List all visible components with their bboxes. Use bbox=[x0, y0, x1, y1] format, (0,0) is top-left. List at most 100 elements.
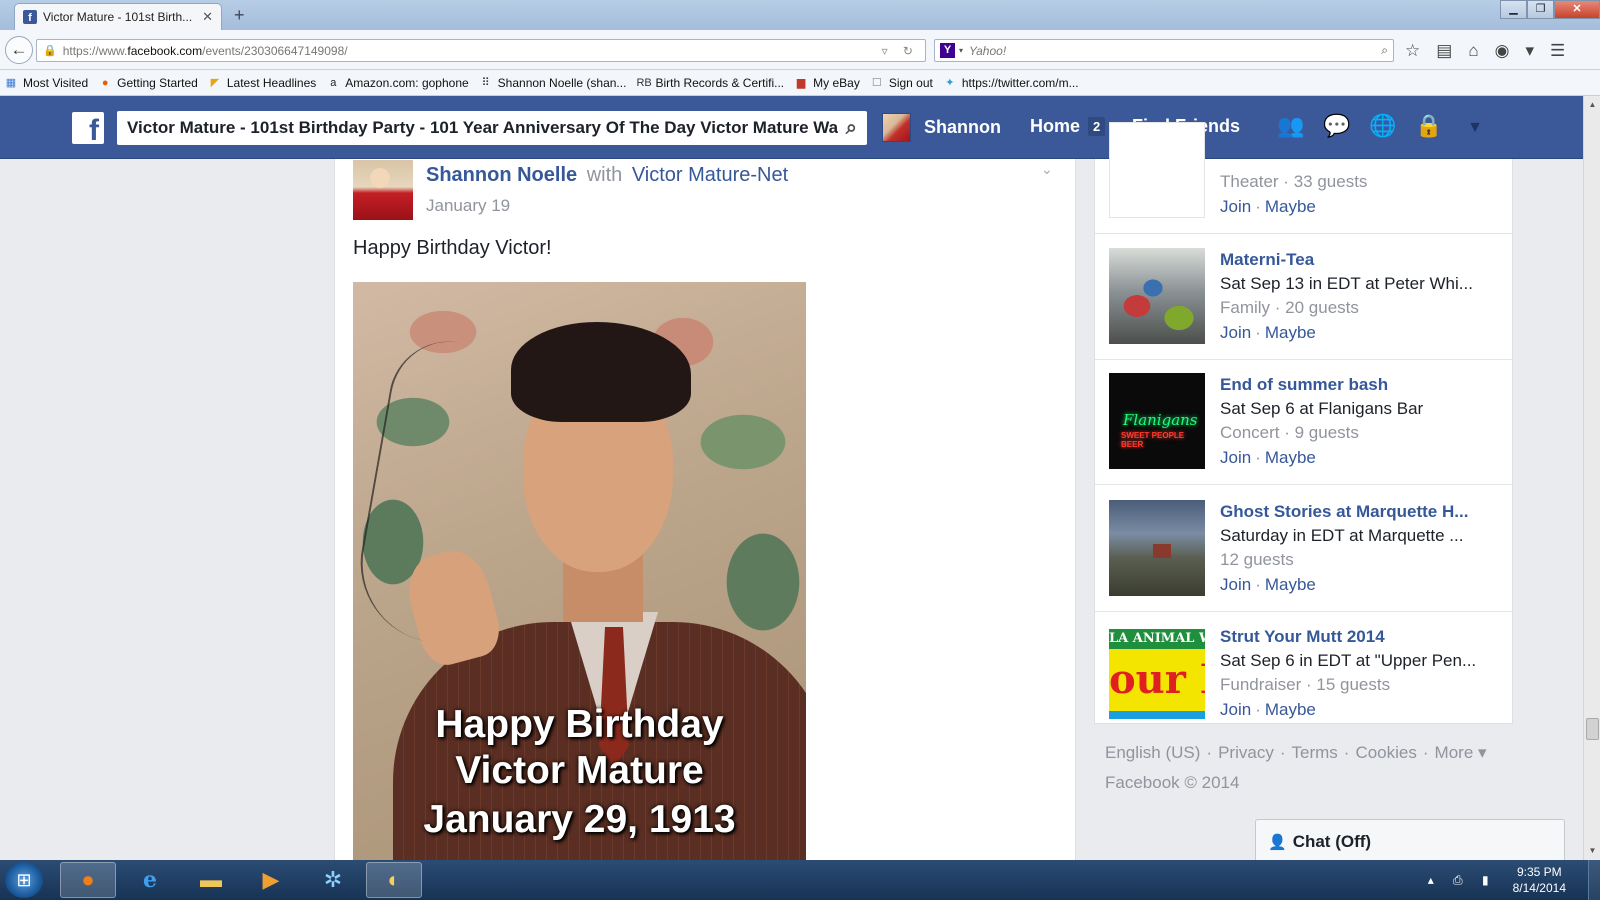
search-icon[interactable]: ⌕ bbox=[846, 117, 857, 140]
event-thumbnail[interactable]: Flanigans SWEET PEOPLE BEER bbox=[1109, 373, 1205, 469]
terms-link[interactable]: Terms bbox=[1292, 743, 1338, 762]
privacy-link[interactable]: Privacy bbox=[1218, 743, 1274, 762]
minimize-button[interactable]: ▁ bbox=[1500, 0, 1527, 19]
language-link[interactable]: English (US) bbox=[1105, 743, 1200, 762]
ebay-icon: ▆ bbox=[796, 76, 806, 89]
reading-list-icon[interactable]: ▤ bbox=[1436, 41, 1452, 61]
tab-close-icon[interactable]: ✕ bbox=[202, 9, 213, 25]
join-link[interactable]: Join bbox=[1220, 197, 1251, 216]
maybe-link[interactable]: Maybe bbox=[1265, 700, 1316, 719]
menu-icon[interactable]: ☰ bbox=[1550, 41, 1565, 61]
event-title[interactable] bbox=[1220, 122, 1500, 146]
event-when: Sat Sep 13 in EDT at Peter Whi... bbox=[1220, 274, 1473, 293]
search-bar[interactable]: Y ▾ Yahoo! ⌕ bbox=[934, 39, 1394, 62]
facebook-favicon-icon: f bbox=[23, 10, 37, 24]
post-timestamp[interactable]: January 19 bbox=[426, 196, 510, 216]
bookmark-item[interactable]: ⠿ Shannon Noelle (shan... bbox=[479, 76, 627, 90]
windows-taskbar: ⊞ ● e ▬ ▶ ✲ ◐ ▴ ⎙ ▮ 9:35 PM 8/14/2014 bbox=[0, 860, 1600, 900]
network-app-taskbar-icon[interactable]: ✲ bbox=[305, 862, 361, 898]
maximize-button[interactable]: ❐ bbox=[1527, 0, 1554, 19]
avatar bbox=[882, 113, 911, 142]
profile-link[interactable]: Shannon bbox=[882, 113, 1001, 142]
address-bar[interactable]: 🔒 https://www.facebook.com/events/230306… bbox=[36, 39, 926, 62]
bookmark-item[interactable]: ▦ Most Visited bbox=[4, 76, 88, 90]
lock-icon: 🔒 bbox=[43, 45, 57, 57]
browser-tab[interactable]: f Victor Mature - 101st Birth... ✕ bbox=[14, 3, 222, 30]
search-go-icon[interactable]: ⌕ bbox=[1381, 43, 1388, 58]
yahoo-icon[interactable]: Y bbox=[940, 43, 955, 58]
event-title[interactable]: Strut Your Mutt 2014 bbox=[1220, 625, 1500, 649]
event-title[interactable]: Ghost Stories at Marquette H... bbox=[1220, 500, 1500, 524]
scroll-up-icon[interactable]: ▲ bbox=[1586, 98, 1599, 112]
file-explorer-taskbar-icon[interactable]: ▬ bbox=[183, 862, 239, 898]
home-link[interactable]: Home 2 bbox=[1030, 116, 1106, 137]
bookmark-item[interactable]: ✦ https://twitter.com/m... bbox=[943, 76, 1078, 90]
scroll-down-icon[interactable]: ▼ bbox=[1586, 844, 1599, 858]
facebook-logo-icon[interactable]: f bbox=[72, 112, 104, 144]
bookmarks-bar: ▦ Most Visited ● Getting Started ◤ Latest Hea… bbox=[0, 70, 1600, 96]
system-tray: ▴ ⎙ ▮ 9:35 PM 8/14/2014 bbox=[1428, 860, 1600, 900]
tray-icons[interactable]: ▴ ⎙ ▮ bbox=[1428, 873, 1497, 888]
paint-taskbar-icon[interactable]: ◐ bbox=[366, 862, 422, 898]
bookmark-item[interactable]: ☐ Sign out bbox=[870, 76, 933, 90]
event-title[interactable]: Materni-Tea bbox=[1220, 248, 1500, 272]
event-meta: Family · 20 guests bbox=[1220, 298, 1359, 317]
post-options-chevron-icon[interactable]: ⌄ bbox=[1041, 161, 1053, 178]
bookmark-item[interactable]: RB Birth Records & Certifi... bbox=[636, 76, 784, 90]
photo-hair bbox=[511, 322, 691, 422]
show-desktop-button[interactable] bbox=[1588, 860, 1600, 900]
bookmark-star-icon[interactable]: ☆ bbox=[1405, 41, 1420, 61]
addon-icon[interactable]: ◉ bbox=[1495, 41, 1510, 61]
firefox-icon: ● bbox=[101, 76, 109, 89]
facebook-search-input[interactable]: Victor Mature - 101st Birthday Party - 1… bbox=[117, 111, 867, 145]
more-link[interactable]: More ▾ bbox=[1435, 743, 1487, 762]
post-photo[interactable]: Happy Birthday Victor Mature January 29,… bbox=[353, 282, 806, 860]
bookmark-item[interactable]: ▆ My eBay bbox=[794, 76, 860, 90]
maybe-link[interactable]: Maybe bbox=[1265, 448, 1316, 467]
search-engine-dropdown-icon[interactable]: ▾ bbox=[959, 46, 963, 55]
tagged-page-link[interactable]: Victor Mature-Net bbox=[632, 164, 788, 186]
facebook-search-query[interactable]: Victor Mature - 101st Birthday Party - 1… bbox=[127, 118, 838, 138]
join-link[interactable]: Join bbox=[1220, 575, 1251, 594]
join-link[interactable]: Join bbox=[1220, 323, 1251, 342]
maybe-link[interactable]: Maybe bbox=[1265, 197, 1316, 216]
new-tab-button[interactable]: + bbox=[234, 5, 245, 26]
event-thumbnail[interactable] bbox=[1109, 248, 1205, 344]
start-button[interactable]: ⊞ bbox=[5, 862, 43, 898]
maybe-link[interactable]: Maybe bbox=[1265, 323, 1316, 342]
neon-sign-text: Flanigans bbox=[1123, 411, 1198, 429]
home-icon[interactable]: ⌂ bbox=[1468, 41, 1478, 61]
bookmark-item[interactable]: ◤ Latest Headlines bbox=[208, 76, 317, 90]
event-title[interactable]: End of summer bash bbox=[1220, 373, 1500, 397]
back-button[interactable]: ← bbox=[5, 36, 33, 64]
scroll-thumb[interactable] bbox=[1586, 718, 1599, 740]
poster-avatar[interactable] bbox=[353, 160, 413, 220]
bookmark-item[interactable]: a Amazon.com: gophone bbox=[326, 76, 468, 90]
profile-name: Shannon bbox=[924, 117, 1001, 137]
clock[interactable]: 9:35 PM 8/14/2014 bbox=[1513, 864, 1566, 896]
join-link[interactable]: Join bbox=[1220, 448, 1251, 467]
cookies-link[interactable]: Cookies bbox=[1355, 743, 1416, 762]
join-link[interactable]: Join bbox=[1220, 700, 1251, 719]
event-thumbnail[interactable] bbox=[1109, 500, 1205, 596]
event-meta: Concert · 9 guests bbox=[1220, 423, 1359, 442]
url-text[interactable]: https://www.facebook.com/events/23030664… bbox=[63, 44, 882, 58]
event-thumbnail[interactable]: LA ANIMAL WE our Mu bbox=[1109, 625, 1205, 721]
addon-dropdown-icon[interactable]: ▾ bbox=[1525, 41, 1534, 61]
bookmark-item[interactable]: ● Getting Started bbox=[98, 76, 198, 90]
bookmark-label: Birth Records & Certifi... bbox=[655, 75, 785, 90]
internet-explorer-taskbar-icon[interactable]: e bbox=[122, 862, 178, 898]
event-thumbnail[interactable] bbox=[1109, 122, 1205, 218]
copyright: Facebook © 2014 bbox=[1105, 773, 1240, 792]
post-header: Shannon Noelle with Victor Mature-Net bbox=[426, 164, 788, 187]
media-player-taskbar-icon[interactable]: ▶ bbox=[243, 862, 299, 898]
window-close-button[interactable]: ✕ bbox=[1554, 0, 1600, 19]
maybe-link[interactable]: Maybe bbox=[1265, 575, 1316, 594]
reload-icon[interactable]: ▿ ↻ bbox=[882, 44, 919, 58]
poster-name-link[interactable]: Shannon Noelle bbox=[426, 164, 577, 186]
window-controls: ▁ ❐ ✕ bbox=[1500, 0, 1600, 19]
page-scrollbar[interactable]: ▲ ▼ bbox=[1583, 96, 1600, 860]
chat-bar[interactable]: 👤 Chat (Off) bbox=[1255, 819, 1565, 864]
clock-date: 8/14/2014 bbox=[1512, 881, 1566, 895]
firefox-taskbar-icon[interactable]: ● bbox=[60, 862, 116, 898]
